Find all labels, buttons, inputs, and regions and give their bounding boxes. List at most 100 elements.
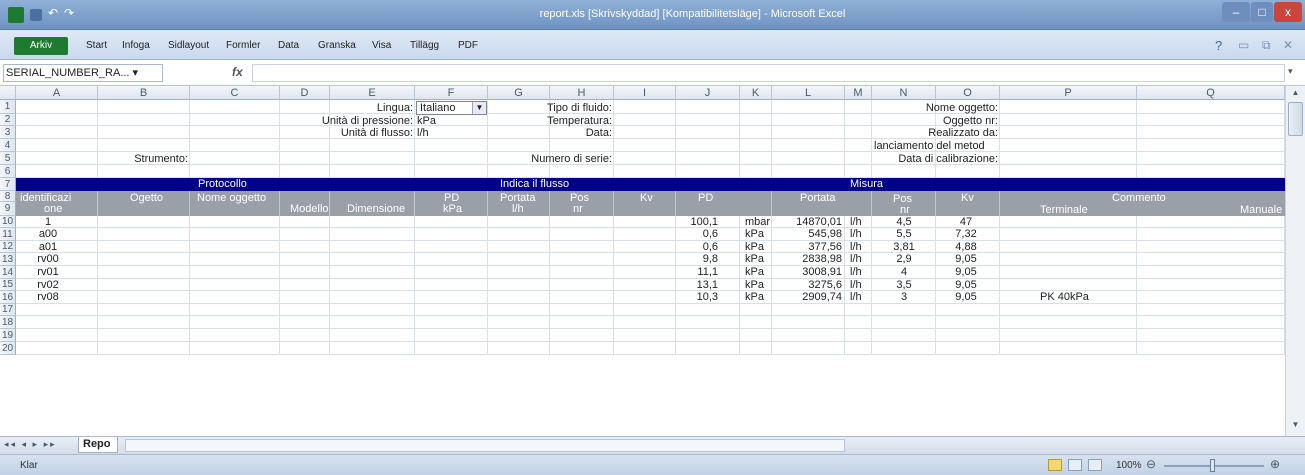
minimize-button[interactable]: – — [1222, 2, 1250, 22]
chevron-down-icon[interactable]: ▼ — [472, 102, 486, 114]
zoom-slider-handle[interactable] — [1210, 459, 1215, 472]
row-header-7[interactable]: 7 — [0, 178, 16, 191]
header-divider — [329, 191, 330, 216]
row-header-10[interactable]: 10 — [0, 216, 16, 228]
name-box[interactable]: SERIAL_NUMBER_RA... ▾ — [3, 64, 163, 82]
column-header-h[interactable]: H — [550, 86, 614, 100]
data-pos: 3,81 — [893, 241, 915, 253]
ribbon-minimize-icon[interactable]: ▭ — [1238, 38, 1249, 52]
calibrazione-label: Data di calibrazione: — [898, 153, 998, 165]
hdr-pd-unit: kPa — [443, 203, 462, 215]
row-header-3[interactable]: 3 — [0, 126, 16, 139]
data-pd-unit: kPa — [745, 291, 764, 303]
tab-pdf[interactable]: PDF — [458, 40, 478, 51]
tab-start[interactable]: Start — [86, 40, 107, 51]
row-header-2[interactable]: 2 — [0, 114, 16, 126]
zoom-in-icon[interactable]: ⊕ — [1270, 457, 1280, 471]
column-header-p[interactable]: P — [1000, 86, 1137, 100]
fluido-label: Tipo di fluido: — [546, 102, 612, 114]
data-pd: 13,1 — [696, 279, 718, 291]
column-header-o[interactable]: O — [936, 86, 1000, 100]
page-layout-icon[interactable] — [1068, 459, 1082, 471]
column-header-k[interactable]: K — [740, 86, 772, 100]
column-header-e[interactable]: E — [330, 86, 415, 100]
row-header-14[interactable]: 14 — [0, 266, 16, 279]
status-ready: Klar — [20, 460, 38, 471]
horizontal-scrollbar[interactable] — [125, 439, 845, 452]
sheet-nav-icon[interactable]: ◂◂ ◂ ▸ ▸▸ — [4, 439, 57, 450]
tab-infoga[interactable]: Infoga — [122, 40, 150, 51]
data-portata: 14870,01 — [796, 216, 842, 228]
scroll-up-icon[interactable]: ▲ — [1289, 88, 1302, 98]
close-button[interactable]: x — [1274, 2, 1302, 22]
normal-view-icon[interactable] — [1048, 459, 1062, 471]
column-header-f[interactable]: F — [415, 86, 488, 100]
column-header-c[interactable]: C — [190, 86, 280, 100]
maximize-button[interactable]: □ — [1251, 2, 1273, 22]
nome-oggetto-label: Nome oggetto: — [925, 102, 998, 114]
row-header-19[interactable]: 19 — [0, 329, 16, 342]
column-header-j[interactable]: J — [676, 86, 740, 100]
tab-formler[interactable]: Formler — [226, 40, 260, 51]
row-header-5[interactable]: 5 — [0, 152, 16, 165]
column-header-q[interactable]: Q — [1137, 86, 1285, 100]
column-header-a[interactable]: A — [16, 86, 98, 100]
hdr-misura-kv: Kv — [961, 192, 974, 204]
page-break-icon[interactable] — [1088, 459, 1102, 471]
close-workbook-icon[interactable]: ✕ — [1283, 38, 1293, 52]
data-portata-unit: l/h — [850, 228, 862, 240]
tab-tillagg[interactable]: Tillägg — [410, 40, 439, 51]
help-icon[interactable]: ? — [1215, 38, 1222, 53]
hdr-modello: Modello — [290, 203, 329, 215]
tab-data[interactable]: Data — [278, 40, 299, 51]
column-header-l[interactable]: L — [772, 86, 845, 100]
column-header-n[interactable]: N — [872, 86, 936, 100]
zoom-level[interactable]: 100% — [1116, 460, 1142, 471]
gridline-horizontal — [16, 227, 1285, 228]
row-header-17[interactable]: 17 — [0, 304, 16, 316]
fx-icon[interactable]: fx — [232, 65, 243, 79]
header-divider — [771, 191, 772, 216]
column-header-d[interactable]: D — [280, 86, 330, 100]
row-header-12[interactable]: 12 — [0, 241, 16, 253]
tab-granska[interactable]: Granska — [318, 40, 356, 51]
row-header-6[interactable]: 6 — [0, 165, 16, 178]
column-header-g[interactable]: G — [488, 86, 550, 100]
column-header-m[interactable]: M — [845, 86, 872, 100]
row-header-13[interactable]: 13 — [0, 253, 16, 266]
zoom-out-icon[interactable]: ⊖ — [1146, 457, 1156, 471]
row-header-1[interactable]: 1 — [0, 100, 16, 114]
row-header-4[interactable]: 4 — [0, 139, 16, 152]
sheet-tab-report[interactable]: Repo — [78, 437, 118, 453]
restore-icon[interactable]: ⧉ — [1262, 38, 1271, 53]
scroll-down-icon[interactable]: ▼ — [1289, 420, 1302, 430]
tab-visa[interactable]: Visa — [372, 40, 391, 51]
lingua-select[interactable]: Italiano ▼ — [416, 101, 487, 115]
row-header-9[interactable]: 9 — [0, 202, 16, 216]
row-header-11[interactable]: 11 — [0, 228, 16, 241]
tab-file[interactable]: Arkiv — [14, 37, 68, 55]
row-header-8[interactable]: 8 — [0, 191, 16, 202]
data-pos: 5,5 — [896, 228, 912, 240]
vertical-scrollbar[interactable]: ▲ ▼ — [1285, 86, 1305, 436]
select-all-corner[interactable] — [0, 86, 16, 100]
header-divider — [999, 191, 1000, 216]
metodo-label: lanciamento del metod — [874, 141, 985, 152]
hdr-manuale: Manuale — [1240, 204, 1283, 216]
gridline-horizontal — [16, 341, 1285, 342]
data-pd-unit: mbar — [745, 216, 771, 228]
data-portata-unit: l/h — [850, 266, 862, 278]
row-header-20[interactable]: 20 — [0, 342, 16, 355]
data-kv: 47 — [959, 216, 973, 228]
row-header-15[interactable]: 15 — [0, 279, 16, 291]
row-header-16[interactable]: 16 — [0, 291, 16, 304]
data-kv: 9,05 — [955, 291, 977, 303]
column-header-i[interactable]: I — [614, 86, 676, 100]
expand-formula-icon[interactable]: ▾ — [1288, 66, 1293, 77]
formula-input[interactable] — [252, 64, 1285, 82]
scroll-thumb[interactable] — [1288, 102, 1303, 136]
data-kv: 4,88 — [955, 241, 977, 253]
row-header-18[interactable]: 18 — [0, 316, 16, 329]
column-header-b[interactable]: B — [98, 86, 190, 100]
tab-sidlayout[interactable]: Sidlayout — [168, 40, 209, 51]
